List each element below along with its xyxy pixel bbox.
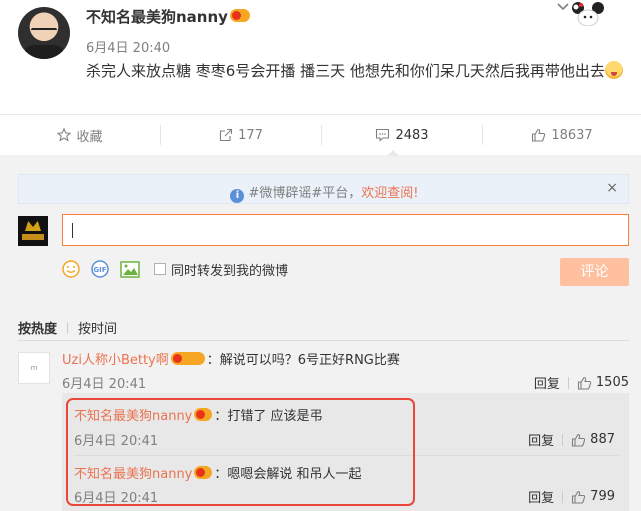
post-author-avatar[interactable] [18, 7, 70, 59]
like-button[interactable]: 18637 [483, 115, 641, 155]
sort-tabs: 按热度 按时间 [18, 318, 117, 337]
smile-emoji-icon [604, 61, 623, 79]
comment-like-count: 1505 [595, 375, 629, 390]
post-text: 杀完人来放点糖 枣枣6号会开播 播三天 他想先和你们呆几天然后我再带他出去 [86, 60, 623, 81]
thumbs-up-icon[interactable] [571, 433, 586, 447]
mascot-decoration-icon [572, 2, 604, 26]
commenter-avatar[interactable]: m [18, 352, 50, 384]
tab-sort-time[interactable]: 按时间 [78, 322, 117, 337]
comment-text: ：解说可以吗？6号正好RNG比赛 [206, 353, 400, 368]
share-count: 177 [238, 127, 263, 143]
thumbs-up-icon[interactable] [577, 376, 592, 390]
like-count: 18637 [551, 127, 593, 143]
star-icon [57, 128, 72, 142]
reply-actions: 回复 887 [528, 430, 615, 449]
emoji-icon[interactable] [62, 260, 80, 278]
post-time[interactable]: 6月4日 20:40 [86, 37, 170, 56]
panel-caret [387, 150, 399, 156]
share-button[interactable]: 177 [161, 115, 321, 155]
submit-comment-button[interactable]: 评论 [560, 258, 629, 286]
image-icon[interactable] [120, 260, 140, 278]
highlight-annotation-box [66, 398, 415, 506]
share-icon [220, 128, 233, 142]
favorite-label: 收藏 [76, 129, 103, 145]
comment-input[interactable] [62, 214, 629, 246]
comment-body: Uzi人称小Betty啊 ：解说可以吗？6号正好RNG比赛 [62, 349, 400, 368]
comment-icon [376, 128, 390, 142]
thumbs-up-icon [532, 128, 546, 142]
comment-actions: 回复 1505 [534, 373, 629, 392]
reply-like-count: 887 [590, 432, 615, 447]
vip-badge-icon [229, 9, 250, 22]
repost-label: 同时转发到我的微博 [171, 263, 289, 279]
repost-checkbox[interactable] [154, 263, 166, 275]
tab-sort-hot[interactable]: 按热度 [18, 322, 57, 337]
comment-count: 2483 [395, 127, 429, 143]
reply-actions: 回复 799 [528, 487, 615, 506]
thumbs-up-icon[interactable] [571, 490, 586, 504]
reply-like-count: 799 [590, 489, 615, 504]
divider [18, 340, 629, 341]
svg-text:GIF: GIF [93, 266, 106, 274]
comment-button[interactable]: 2483 [322, 115, 482, 155]
post-author-name[interactable]: 不知名最美狗nanny [86, 6, 250, 27]
fan-badge-icon [170, 352, 205, 365]
info-icon: i [230, 189, 245, 203]
composer-toolbar: GIF 同时转发到我的微博 [62, 258, 288, 280]
post-action-bar: 收藏 177 2483 18637 [0, 114, 641, 156]
post-text-content: 杀完人来放点糖 枣枣6号会开播 播三天 他想先和你们呆几天然后我再带他出去 [86, 62, 605, 80]
reply-button[interactable]: 回复 [534, 373, 560, 392]
close-icon[interactable]: × [606, 180, 618, 196]
post-author-name-text[interactable]: 不知名最美狗nanny [86, 8, 228, 26]
reply-button[interactable]: 回复 [528, 487, 554, 506]
comment-time: 6月4日 20:41 [62, 377, 147, 392]
current-user-avatar[interactable] [18, 216, 48, 246]
notice-link[interactable]: 欢迎查阅! [361, 186, 418, 201]
notice-text-prefix[interactable]: #微博辟谣#平台， [248, 186, 361, 201]
rumor-notice-bar: i #微博辟谣#平台，欢迎查阅! × [18, 174, 629, 204]
favorite-button[interactable]: 收藏 [0, 115, 160, 155]
reply-button[interactable]: 回复 [528, 430, 554, 449]
commenter-name[interactable]: Uzi人称小Betty啊 [62, 353, 169, 368]
notice-text: i #微博辟谣#平台，欢迎查阅! [19, 182, 630, 203]
gif-icon[interactable]: GIF [90, 260, 110, 278]
